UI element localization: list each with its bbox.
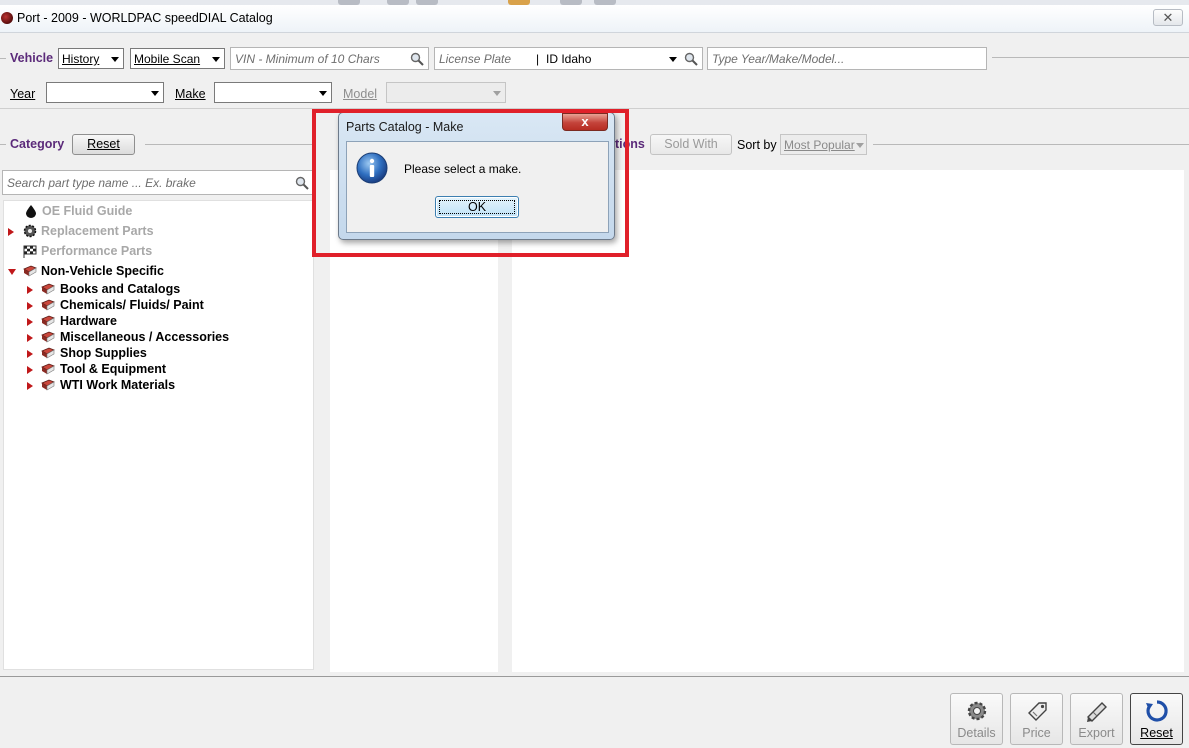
books-icon (41, 283, 55, 295)
state-value[interactable]: ID Idaho (546, 52, 591, 66)
title-bar: Port - 2009 - WORLDPAC speedDIAL Catalog… (0, 5, 1189, 33)
export-label: Export (1078, 726, 1115, 740)
part-type-search-input[interactable]: Search part type name ... Ex. brake (2, 170, 314, 195)
checkered-flag-icon (23, 245, 37, 258)
category-reset-button[interactable]: Reset (72, 134, 135, 155)
chevron-down-icon (856, 143, 864, 148)
year-make-model-input[interactable]: Type Year/Make/Model... (707, 47, 987, 70)
license-plate-input[interactable]: License Plate | ID Idaho (434, 47, 703, 70)
books-icon (41, 331, 55, 343)
export-icon (1087, 702, 1107, 722)
price-button[interactable]: Price (1010, 693, 1063, 745)
vin-input[interactable]: VIN - Minimum of 10 Chars (230, 47, 429, 70)
category-label: Category (10, 137, 65, 151)
sort-by-label: Sort by (737, 138, 777, 152)
divider (0, 676, 1189, 677)
divider (0, 144, 6, 145)
expand-arrow-icon[interactable] (27, 366, 33, 374)
model-dropdown (386, 82, 506, 103)
expand-arrow-icon[interactable] (27, 334, 33, 342)
divider (873, 144, 1189, 145)
window-title: Port - 2009 - WORLDPAC speedDIAL Catalog (17, 11, 273, 25)
reset-icon (1146, 700, 1168, 722)
drop-icon (26, 205, 36, 218)
expand-arrow-icon[interactable] (27, 318, 33, 326)
expand-arrow-icon[interactable] (27, 382, 33, 390)
state-separator: | (536, 52, 540, 66)
search-icon[interactable] (295, 176, 309, 190)
sort-by-dropdown[interactable]: Most Popular (780, 134, 867, 155)
details-label: Details (957, 726, 996, 740)
books-icon (41, 363, 55, 375)
chevron-down-icon[interactable] (669, 57, 677, 62)
details-button[interactable]: Details (950, 693, 1003, 745)
gear-icon (967, 701, 987, 721)
history-dropdown-value: History (62, 52, 100, 66)
vehicle-label: Vehicle (10, 51, 54, 65)
chevron-down-icon (111, 57, 119, 62)
divider (145, 144, 315, 145)
sold-with-button[interactable]: Sold With (650, 134, 732, 155)
year-dropdown[interactable] (46, 82, 164, 103)
make-label: Make (175, 87, 206, 101)
search-icon[interactable] (684, 52, 698, 66)
highlight-box (312, 109, 629, 257)
books-icon (41, 379, 55, 391)
reset-label: Reset (1140, 726, 1173, 740)
ymm-placeholder: Type Year/Make/Model... (712, 52, 845, 66)
books-icon (41, 347, 55, 359)
divider (0, 58, 6, 59)
history-dropdown[interactable]: History (58, 48, 124, 69)
part-type-search-placeholder: Search part type name ... Ex. brake (7, 176, 196, 190)
expand-arrow-icon[interactable] (27, 286, 33, 294)
make-dropdown[interactable] (214, 82, 332, 103)
mobile-scan-dropdown-value: Mobile Scan (134, 52, 201, 66)
reset-button[interactable]: Reset (1130, 693, 1183, 745)
mobile-scan-dropdown[interactable]: Mobile Scan (130, 48, 225, 69)
expand-arrow-icon[interactable] (8, 228, 14, 236)
price-tag-icon (1028, 702, 1047, 721)
search-icon[interactable] (410, 52, 424, 66)
app-logo-icon (1, 12, 13, 24)
books-icon (41, 299, 55, 311)
books-icon (41, 315, 55, 327)
books-icon (23, 265, 37, 277)
expand-arrow-icon[interactable] (27, 302, 33, 310)
year-label: Year (10, 87, 36, 101)
price-label: Price (1022, 726, 1051, 740)
license-plate-placeholder: License Plate (439, 52, 512, 66)
chevron-down-icon (151, 91, 159, 96)
vin-placeholder: VIN - Minimum of 10 Chars (235, 52, 380, 66)
chevron-down-icon (493, 91, 501, 96)
expand-arrow-icon[interactable] (27, 350, 33, 358)
model-label: Model (343, 87, 378, 101)
divider (992, 57, 1189, 58)
chevron-down-icon (212, 57, 220, 62)
export-button[interactable]: Export (1070, 693, 1123, 745)
sort-by-value: Most Popular (784, 138, 855, 152)
collapse-arrow-icon[interactable] (8, 269, 16, 275)
gear-icon (23, 224, 37, 238)
window-close-button[interactable]: ✕ (1153, 9, 1183, 26)
chevron-down-icon (319, 91, 327, 96)
